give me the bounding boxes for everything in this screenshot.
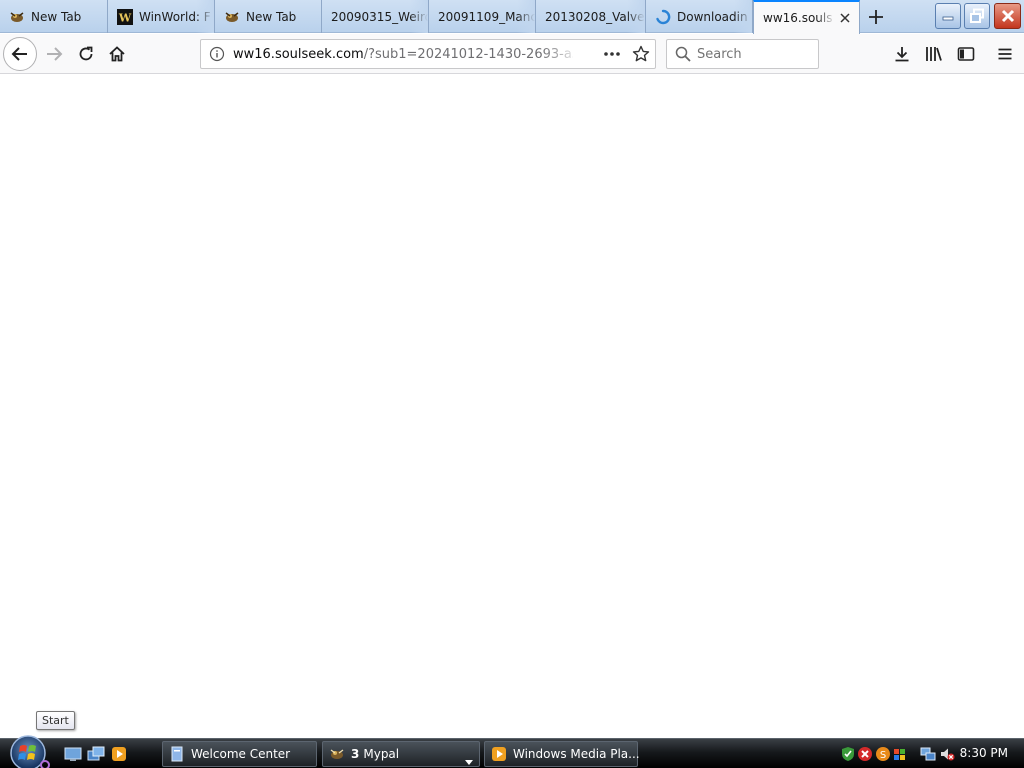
search-icon xyxy=(675,46,691,66)
start-button[interactable] xyxy=(8,733,50,768)
arrow-left-icon xyxy=(11,47,27,61)
system-tray: S 8:30 PM xyxy=(835,739,1024,768)
welcome-center-icon xyxy=(169,746,185,762)
tab-20091109[interactable]: 20091109_Manc xyxy=(429,0,536,33)
creature-favicon-icon xyxy=(9,9,25,25)
task-windows-media-player[interactable]: Windows Media Pla... xyxy=(484,741,640,767)
menu-button[interactable] xyxy=(989,38,1021,70)
url-host: ww16.soulseek.com xyxy=(233,47,364,62)
task-welcome-center[interactable]: Welcome Center xyxy=(162,741,317,767)
hamburger-menu-icon xyxy=(998,48,1012,60)
bookmark-star-icon[interactable] xyxy=(632,45,650,67)
reload-button[interactable] xyxy=(70,38,102,70)
task-count: 3 xyxy=(351,747,360,761)
chevron-down-icon xyxy=(465,751,473,768)
restore-button[interactable] xyxy=(964,3,990,29)
reload-icon xyxy=(79,46,93,61)
task-label: Welcome Center xyxy=(191,747,291,761)
forward-button[interactable] xyxy=(38,38,70,70)
task-label: Windows Media Pla... xyxy=(513,747,640,761)
close-tab-icon[interactable] xyxy=(837,10,853,26)
tab-new-tab-2[interactable]: New Tab xyxy=(215,0,322,33)
home-icon xyxy=(109,46,125,62)
plus-icon xyxy=(869,10,883,24)
restore-icon xyxy=(970,8,984,23)
download-arrow-icon xyxy=(895,47,909,62)
clock[interactable]: 8:30 PM xyxy=(960,746,1008,760)
update-icon[interactable]: S xyxy=(875,746,891,762)
tab-label: New Tab xyxy=(246,9,297,24)
search-field[interactable]: Search xyxy=(666,39,819,69)
windows-orb-icon xyxy=(10,735,50,768)
desktop-screen: New Tab W WinWorld: F New Tab 20090315_W… xyxy=(0,0,1024,768)
alert-shield-icon[interactable] xyxy=(857,746,873,762)
tab-soulseek-active[interactable]: ww16.soulsee xyxy=(753,0,860,34)
task-label: Mypal xyxy=(363,747,400,761)
tab-label: New Tab xyxy=(31,9,82,24)
info-icon[interactable] xyxy=(209,46,225,66)
start-tooltip: Start xyxy=(36,711,75,730)
winworld-favicon-icon: W xyxy=(117,8,133,25)
page-actions-icon[interactable] xyxy=(603,46,621,66)
arrow-right-icon xyxy=(47,47,63,61)
show-desktop-icon[interactable] xyxy=(64,746,82,762)
tab-20090315[interactable]: 20090315_Weird xyxy=(322,0,429,33)
speaker-muted-icon[interactable] xyxy=(939,746,955,762)
tab-winworld[interactable]: W WinWorld: F xyxy=(108,0,215,33)
page-content xyxy=(0,75,1024,738)
media-player-quicklaunch-icon[interactable] xyxy=(110,746,128,762)
creature-favicon-icon xyxy=(224,9,240,25)
back-button[interactable] xyxy=(3,37,37,71)
new-tab-button[interactable] xyxy=(862,3,890,31)
library-icon xyxy=(926,47,942,61)
home-button[interactable] xyxy=(101,38,133,70)
tab-strip: New Tab W WinWorld: F New Tab 20090315_W… xyxy=(0,0,1024,34)
tab-20130208[interactable]: 20130208_Valve xyxy=(536,0,646,33)
switch-windows-icon[interactable] xyxy=(87,746,105,762)
mypal-icon xyxy=(329,746,345,762)
task-mypal-group[interactable]: 3 Mypal xyxy=(322,741,480,767)
security-shield-icon[interactable] xyxy=(840,746,856,762)
minimize-icon xyxy=(942,16,954,21)
sidebar-toggle-button[interactable] xyxy=(950,38,982,70)
tab-new-tab-1[interactable]: New Tab xyxy=(0,0,108,33)
svg-text:S: S xyxy=(880,750,886,761)
sidebar-icon xyxy=(957,47,975,61)
library-button[interactable] xyxy=(918,38,950,70)
search-placeholder: Search xyxy=(697,47,742,62)
close-window-button[interactable] xyxy=(994,3,1021,29)
close-icon xyxy=(1001,9,1014,23)
minimize-button[interactable] xyxy=(935,3,961,29)
loading-spinner-icon xyxy=(655,9,671,25)
taskbar: Welcome Center 3 Mypal Windows Media Pla.… xyxy=(0,735,1024,768)
flag-icon[interactable] xyxy=(892,746,908,762)
downloads-button[interactable] xyxy=(886,38,918,70)
media-player-icon xyxy=(491,746,507,762)
url-text: ww16.soulseek.com/?sub1=20241012-1430-26… xyxy=(233,47,573,62)
tab-downloading[interactable]: Downloadin xyxy=(646,0,753,33)
navigation-toolbar: ww16.soulseek.com/?sub1=20241012-1430-26… xyxy=(0,34,1024,74)
address-bar[interactable]: ww16.soulseek.com/?sub1=20241012-1430-26… xyxy=(200,39,656,69)
svg-text:W: W xyxy=(118,11,132,24)
network-icon[interactable] xyxy=(920,746,936,762)
